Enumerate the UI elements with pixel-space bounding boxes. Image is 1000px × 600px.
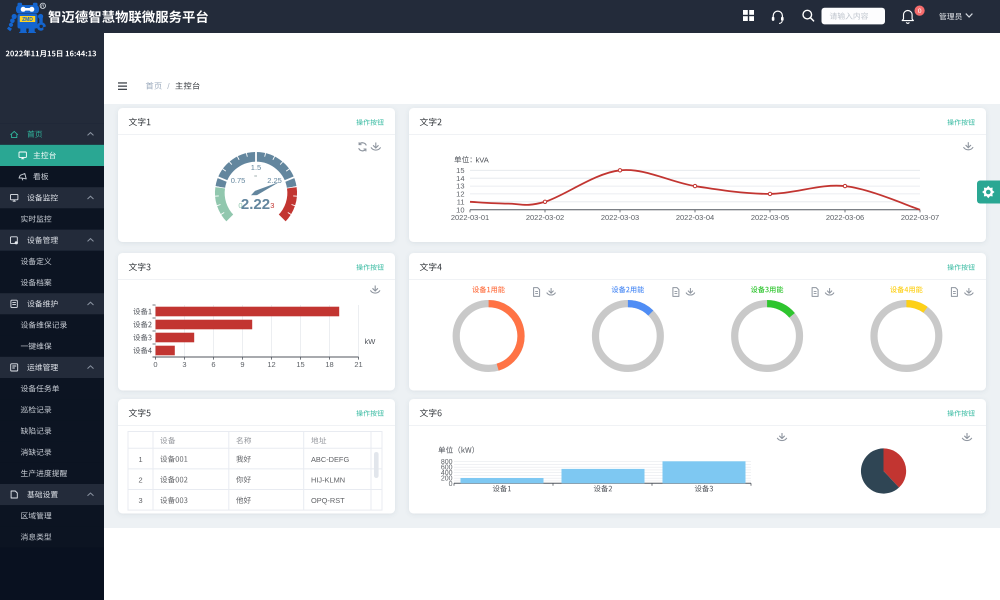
- svg-text:6: 6: [211, 360, 215, 369]
- svg-text:0.75: 0.75: [231, 176, 246, 185]
- svg-text:2.22: 2.22: [241, 196, 270, 213]
- svg-text:9: 9: [240, 360, 244, 369]
- svg-text:3: 3: [182, 360, 186, 369]
- svg-text:21: 21: [354, 360, 362, 369]
- svg-text:2022-03-01: 2022-03-01: [451, 213, 489, 222]
- svg-text:18: 18: [325, 360, 333, 369]
- svg-text:2: 2: [138, 475, 142, 484]
- svg-text:ABC-DEFG: ABC-DEFG: [311, 455, 349, 464]
- svg-text:15: 15: [296, 360, 304, 369]
- svg-text:0: 0: [449, 481, 453, 488]
- svg-text:2022-03-02: 2022-03-02: [526, 213, 564, 222]
- svg-text:0: 0: [918, 8, 922, 15]
- svg-text:3: 3: [270, 201, 274, 210]
- svg-text:2.25: 2.25: [267, 176, 282, 185]
- svg-text:OPQ-RST: OPQ-RST: [311, 496, 345, 505]
- svg-text:3: 3: [138, 496, 142, 505]
- svg-text:R: R: [41, 4, 44, 9]
- svg-text:2022-03-05: 2022-03-05: [751, 213, 789, 222]
- svg-text:2022-03-03: 2022-03-03: [601, 213, 639, 222]
- svg-text:2022-03-07: 2022-03-07: [901, 213, 939, 222]
- svg-text:ZMD: ZMD: [22, 17, 33, 23]
- svg-text:2022-03-04: 2022-03-04: [676, 213, 714, 222]
- svg-text:1.5: 1.5: [251, 163, 261, 172]
- svg-text:0: 0: [153, 360, 157, 369]
- svg-text:kVA: kVA: [476, 155, 490, 164]
- svg-text:12: 12: [267, 360, 275, 369]
- svg-text:1: 1: [138, 455, 142, 464]
- svg-text:HIJ-KLMN: HIJ-KLMN: [311, 475, 345, 484]
- svg-text:kW: kW: [365, 337, 377, 346]
- svg-text:2022-03-06: 2022-03-06: [826, 213, 864, 222]
